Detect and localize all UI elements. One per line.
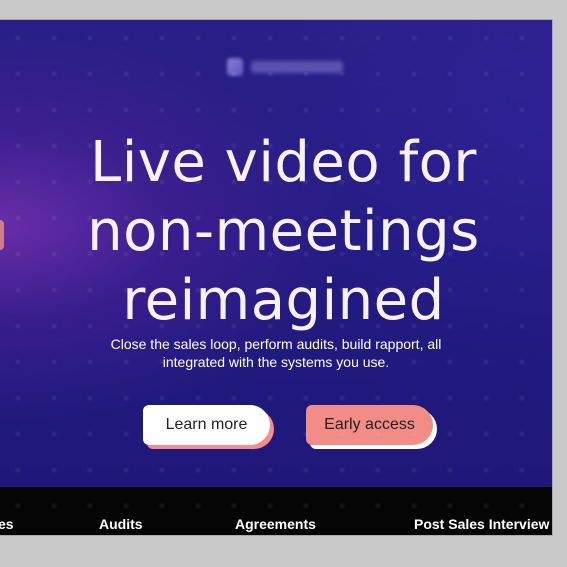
title-line-2: non-meetings [87, 199, 480, 264]
nav-item-audits[interactable]: Audits [99, 516, 143, 532]
title-line-1: Live video for [90, 130, 477, 195]
hero-screen: Live video for non-meetings reimagined C… [0, 20, 552, 535]
subtitle-line-1: Close the sales loop, perform audits, bu… [110, 336, 442, 352]
nav-item-sales[interactable]: es [0, 516, 14, 532]
nav-item-post-sales-interview[interactable]: Post Sales Interview [414, 516, 549, 532]
nav-item-agreements[interactable]: Agreements [235, 516, 316, 532]
title-line-3: reimagined [122, 268, 445, 333]
hero-subtitle: Close the sales loop, perform audits, bu… [60, 335, 492, 371]
early-access-button[interactable]: Early access [306, 405, 433, 445]
subtitle-line-2: integrated with the systems you use. [162, 354, 390, 370]
logo[interactable] [227, 58, 343, 76]
logo-mark-icon [227, 58, 243, 76]
learn-more-button[interactable]: Learn more [143, 405, 270, 445]
logo-wordmark [251, 61, 343, 73]
page-title: Live video for non-meetings reimagined [0, 128, 552, 335]
